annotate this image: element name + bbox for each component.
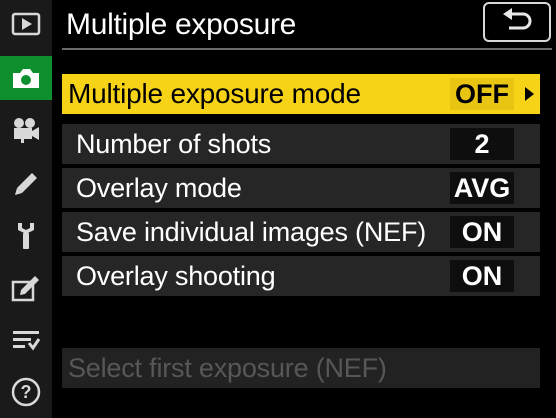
back-button[interactable] [483,2,551,42]
menu-item-value: ON [450,260,514,292]
menu-item-save-individual-images[interactable]: Save individual images (NEF) ON [62,212,540,252]
menu-item-value: 2 [450,128,514,160]
menu-item-value: AVG [450,172,514,204]
sidebar-divider [52,0,56,418]
pencil-icon [15,173,37,195]
custom-settings-tab[interactable] [0,162,52,206]
wrench-icon [18,223,34,249]
svg-text:?: ? [21,382,32,402]
my-menu-icon [13,331,41,351]
menu-item-label: Multiple exposure mode [68,78,361,109]
menu-item-label: Save individual images (NEF) [76,217,427,247]
menu-item-multiple-exposure-mode[interactable]: Multiple exposure mode OFF [62,74,540,114]
menu-item-select-first-exposure: Select first exposure (NEF) [62,348,540,388]
menu-item-value: ON [450,216,514,248]
my-menu-tab[interactable] [0,318,52,362]
menu-item-value: OFF [450,78,514,110]
menu-item-label: Number of shots [76,129,272,159]
menu-item-label: Overlay shooting [76,261,276,291]
header-divider [62,48,552,50]
movie-camera-icon [14,118,39,143]
sidebar: ? [0,0,52,418]
menu-item-overlay-shooting[interactable]: Overlay shooting ON [62,256,540,296]
chevron-right-icon [525,87,534,101]
menu-item-number-of-shots[interactable]: Number of shots 2 [62,124,540,164]
playback-tab[interactable] [0,2,52,46]
menu-item-overlay-mode[interactable]: Overlay mode AVG [62,168,540,208]
movie-shooting-tab[interactable] [0,108,52,152]
help-button[interactable]: ? [0,370,52,414]
menu-item-label: Overlay mode [76,173,242,203]
retouch-tab[interactable] [0,266,52,310]
menu-item-label: Select first exposure (NEF) [68,353,387,383]
camera-icon [13,69,39,88]
help-icon: ? [11,377,41,407]
return-arrow-icon [503,8,532,30]
photo-shooting-tab[interactable] [0,56,52,100]
retouch-icon [11,276,39,302]
setup-tab[interactable] [0,214,52,258]
playback-icon [11,12,41,36]
page-title: Multiple exposure [66,8,297,41]
